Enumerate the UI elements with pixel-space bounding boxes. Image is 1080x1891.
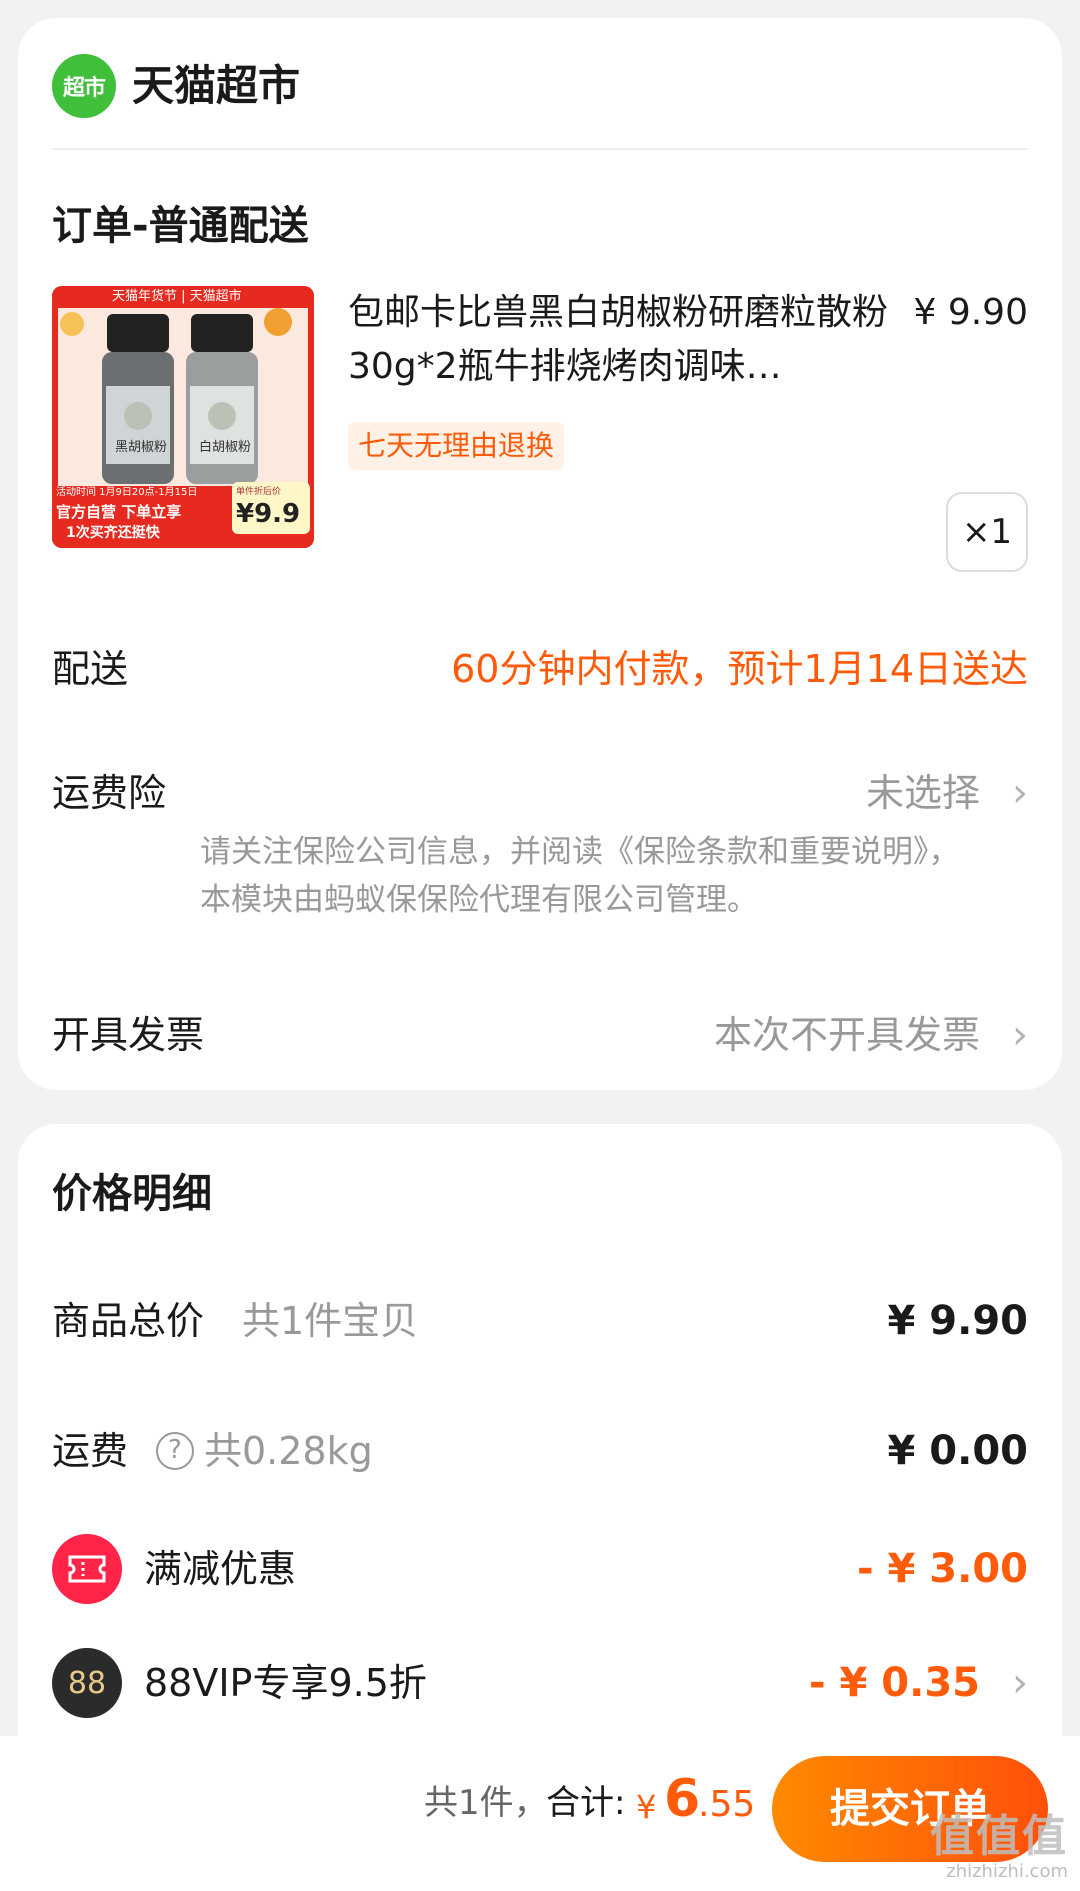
price-detail-title: 价格明细 [52,1171,212,1217]
product-image-activity: 活动时间 1月9日20点-1月15日 [56,487,198,498]
checkout-bar: 共1件， 合计: ¥ 6 .55 提交订单 值值值 zhizhizhi.com [0,1736,1080,1891]
invoice-row[interactable]: 开具发票 本次不开具发票 › [18,1002,1062,1070]
total-integer: 6 [664,1769,701,1829]
watermark-url: zhizhizhi.com [946,1861,1068,1882]
coupon-icon-glyph [68,1555,106,1583]
product-image-jar-right: 白胡椒粉 [198,440,251,455]
total-decimal: .55 [698,1784,756,1825]
chevron-right-icon: › [1012,770,1028,816]
product-image-banner: 天猫年货节 | 天猫超市 [112,289,242,304]
product-image-jar-left: 黑胡椒粉 [114,440,167,455]
shipping-weight: 共0.28kg [204,1429,373,1473]
invoice-value: 本次不开具发票 [713,1013,980,1057]
store-logo-icon: 超市 [52,54,116,118]
total-label: 合计: [546,1783,626,1823]
chevron-right-icon: › [1012,1660,1028,1706]
product-image-badge-1: 官方自营 下单立享 [56,503,182,521]
watermark-logo: 值值值 [930,1811,1068,1862]
insurance-value: 未选择 [865,771,980,815]
goods-total-label: 商品总价 [52,1299,205,1343]
return-policy-badge: 七天无理由退换 [348,422,565,470]
total-currency: ¥ [636,1788,657,1826]
delivery-label: 配送 [52,647,129,691]
vip-discount-label: 88VIP专享9.5折 [144,1661,427,1705]
order-section-title: 订单-普通配送 [52,203,309,249]
product-price: ¥ 9.90 [913,292,1028,333]
full-reduction-value: - ¥ 3.00 [857,1546,1028,1592]
store-name[interactable]: 天猫超市 [132,58,300,114]
vip-discount-row[interactable]: 88 88VIP专享9.5折 - ¥ 0.35 › [18,1644,1062,1724]
watermark: 值值值 zhizhizhi.com [930,1813,1068,1883]
insurance-note: 请关注保险公司信息，并阅读《保险条款和重要说明》，本模块由蚂蚁保保险代理有限公司… [200,834,960,918]
invoice-label: 开具发票 [52,1013,205,1057]
product-image-unit-price: ¥9.9 [236,499,301,529]
item-count: 共1件， [424,1783,548,1823]
vip-88-icon-text: 88 [67,1665,107,1701]
chevron-right-icon: › [1012,1012,1028,1058]
vip-discount-value: - ¥ 0.35 [809,1660,980,1706]
product-image-badge-2: 1次买齐还挺快 [66,525,160,541]
vip-88-icon: 88 [52,1648,122,1718]
product-image[interactable]: 天猫年货节 | 天猫超市 黑胡椒粉 白胡椒粉 活动时间 1月9日20点-1月15… [52,286,314,548]
store-logo-text: 超市 [62,76,106,101]
shipping-fee-value: ¥ 0.00 [887,1428,1028,1474]
product-title[interactable]: 包邮卡比兽黑白胡椒粉研磨粒散粉30g*2瓶牛排烧烤肉调味… [348,286,908,394]
full-reduction-label: 满减优惠 [144,1547,297,1591]
shipping-fee-label: 运费 [52,1429,129,1473]
quantity-stepper[interactable]: ×1 [946,492,1028,572]
shipping-insurance-row[interactable]: 运费险 未选择 › [18,760,1062,828]
goods-total-value: ¥ 9.90 [887,1298,1028,1344]
coupon-icon [52,1534,122,1604]
product-image-unit-label: 单件折后价 [236,487,282,497]
delivery-value: 60分钟内付款，预计1月14日送达 [451,647,1028,691]
insurance-label: 运费险 [52,771,167,815]
order-card: 超市 天猫超市 订单-普通配送 天猫年货节 | 天猫超市 黑胡椒粉 白胡椒粉 活… [18,18,1062,1090]
goods-total-sub: 共1件宝贝 [242,1299,419,1343]
price-detail-card: 价格明细 商品总价 共1件宝贝 ¥ 9.90 运费 ? 共0.28kg ¥ 0.… [18,1124,1062,1764]
help-icon[interactable]: ? [156,1432,194,1470]
divider [52,148,1028,150]
